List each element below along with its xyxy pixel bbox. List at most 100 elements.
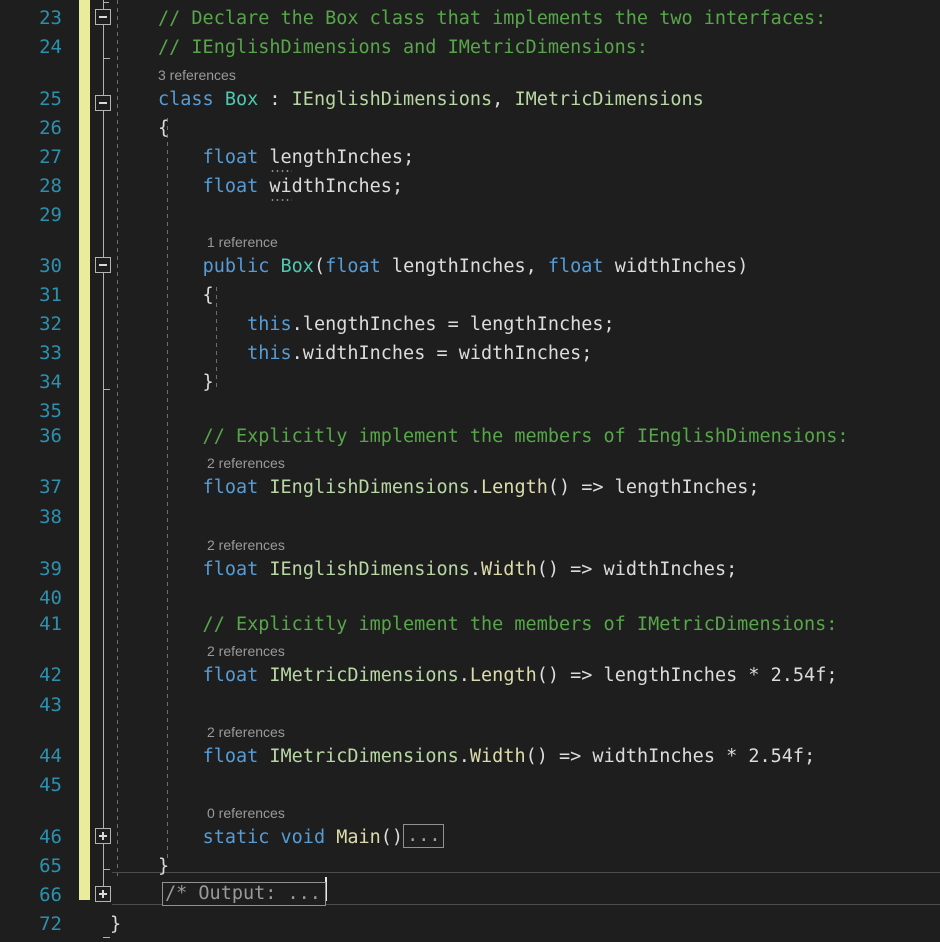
line-content[interactable]: } <box>110 910 121 939</box>
editor-line[interactable]: 46 static void Main()... <box>0 823 940 852</box>
code-token: () => widthInches * <box>526 746 749 767</box>
codelens-references[interactable]: 0 references <box>207 802 285 824</box>
line-number: 33 <box>0 339 62 368</box>
code-token: float <box>203 147 259 168</box>
line-content[interactable]: // Explicitly implement the members of I… <box>158 610 837 639</box>
code-token: IEnglishDimensions <box>292 89 492 110</box>
code-token: float <box>203 176 259 197</box>
code-token: Width <box>481 559 537 580</box>
editor-line[interactable]: 29 <box>0 201 940 230</box>
editor-line[interactable]: 39 float IEnglishDimensions.Width() => w… <box>0 555 940 584</box>
code-token-unused-hint: lengthInches <box>269 147 403 168</box>
code-token <box>158 343 247 364</box>
codelens-references[interactable]: 1 reference <box>207 231 278 253</box>
editor-line[interactable]: 28 float widthInches; <box>0 172 940 201</box>
line-content[interactable]: } <box>158 852 169 881</box>
line-content[interactable]: /* Output: ... <box>162 881 326 910</box>
code-token <box>158 147 203 168</box>
code-token: float <box>203 746 259 767</box>
code-token <box>158 746 203 767</box>
line-content[interactable]: float lengthInches; <box>158 143 414 172</box>
code-token-number: 2.54f <box>771 665 827 686</box>
line-content[interactable]: float IEnglishDimensions.Length() => len… <box>158 473 759 502</box>
editor-line[interactable]: 72 } <box>0 910 940 939</box>
code-token: } <box>158 372 214 393</box>
code-token: () => widthInches; <box>537 559 737 580</box>
collapsed-region-output[interactable]: /* Output: ... <box>162 882 326 906</box>
line-content[interactable]: static void Main()... <box>158 823 444 852</box>
code-token <box>258 746 269 767</box>
code-token: Length <box>470 665 537 686</box>
line-number: 27 <box>0 143 62 172</box>
code-token: IMetricDimensions <box>269 665 458 686</box>
editor-line[interactable]: 36 // Explicitly implement the members o… <box>0 422 940 451</box>
code-editor[interactable]: 23 // Declare the Box class that impleme… <box>0 0 940 942</box>
line-content[interactable]: // Declare the Box class that implements… <box>158 4 826 33</box>
code-token: { <box>158 118 169 139</box>
codelens-references[interactable]: 2 references <box>207 534 285 556</box>
editor-line[interactable]: 37 float IEnglishDimensions.Length() => … <box>0 473 940 502</box>
editor-line[interactable]: 34 } <box>0 368 940 397</box>
code-token <box>158 176 203 197</box>
code-token <box>258 665 269 686</box>
editor-line[interactable]: 44 float IMetricDimensions.Width() => wi… <box>0 742 940 771</box>
editor-line[interactable]: 25 class Box : IEnglishDimensions, IMetr… <box>0 85 940 114</box>
code-token: ; <box>403 147 414 168</box>
code-token: IEnglishDimensions <box>269 477 469 498</box>
line-content[interactable]: class Box : IEnglishDimensions, IMetricD… <box>158 85 704 114</box>
editor-line[interactable]: 33 this.widthInches = widthInches; <box>0 339 940 368</box>
codelens-row: 2 references <box>0 721 940 743</box>
code-token: IEnglishDimensions <box>269 559 469 580</box>
line-content[interactable]: float IMetricDimensions.Width() => width… <box>158 742 815 771</box>
editor-line[interactable]: 23 // Declare the Box class that impleme… <box>0 4 940 33</box>
code-token <box>158 256 203 277</box>
editor-line[interactable]: 42 float IMetricDimensions.Length() => l… <box>0 661 940 690</box>
editor-line[interactable]: 43 <box>0 691 940 720</box>
code-token: float <box>203 559 259 580</box>
line-number: 72 <box>0 910 62 939</box>
editor-line[interactable]: 26 { <box>0 114 940 143</box>
code-token <box>158 827 203 848</box>
editor-line[interactable]: 30 public Box(float lengthInches, float … <box>0 252 940 281</box>
line-number: 39 <box>0 555 62 584</box>
codelens-references[interactable]: 2 references <box>207 640 285 662</box>
line-content[interactable]: // IEnglishDimensions and IMetricDimensi… <box>158 33 648 62</box>
code-token: float <box>203 477 259 498</box>
line-content[interactable]: float widthInches; <box>158 172 403 201</box>
line-number: 36 <box>0 422 62 451</box>
line-content[interactable]: // Explicitly implement the members of I… <box>158 422 849 451</box>
line-content[interactable]: { <box>158 281 214 310</box>
line-content[interactable]: float IEnglishDimensions.Width() => widt… <box>158 555 737 584</box>
codelens-references[interactable]: 2 references <box>207 452 285 474</box>
editor-line[interactable]: 41 // Explicitly implement the members o… <box>0 610 940 639</box>
codelens-references[interactable]: 3 references <box>158 64 236 86</box>
editor-line[interactable]: 40 <box>0 584 940 613</box>
code-token <box>258 477 269 498</box>
editor-line[interactable]: 27 float lengthInches; <box>0 143 940 172</box>
editor-line[interactable]: 65 } <box>0 852 940 881</box>
codelens-references[interactable]: 2 references <box>207 721 285 743</box>
code-token: this <box>247 343 292 364</box>
codelens-row: 3 references <box>0 64 940 86</box>
editor-line[interactable]: 38 <box>0 503 940 532</box>
editor-line[interactable]: 24 // IEnglishDimensions and IMetricDime… <box>0 33 940 62</box>
code-token: ( <box>314 256 325 277</box>
code-token: // Declare the Box class that implements… <box>158 8 826 29</box>
code-token: } <box>158 856 169 877</box>
codelens-row: 2 references <box>0 452 940 474</box>
editor-line-current[interactable]: 66 /* Output: ... <box>0 881 940 910</box>
line-content[interactable]: } <box>158 368 214 397</box>
line-content[interactable]: { <box>158 114 169 143</box>
code-token: IMetricDimensions <box>514 89 703 110</box>
editor-line[interactable]: 45 <box>0 771 940 800</box>
line-content[interactable]: float IMetricDimensions.Length() => leng… <box>158 661 837 690</box>
line-content[interactable]: this.lengthInches = lengthInches; <box>158 310 615 339</box>
line-content[interactable]: public Box(float lengthInches, float wid… <box>158 252 748 281</box>
collapsed-region-main[interactable]: ... <box>403 824 444 848</box>
line-content[interactable]: this.widthInches = widthInches; <box>158 339 592 368</box>
editor-line[interactable]: 31 { <box>0 281 940 310</box>
editor-line[interactable]: 32 this.lengthInches = lengthInches; <box>0 310 940 339</box>
code-token: . <box>459 746 470 767</box>
code-token: , <box>492 89 514 110</box>
code-token: .widthInches = widthInches; <box>292 343 593 364</box>
